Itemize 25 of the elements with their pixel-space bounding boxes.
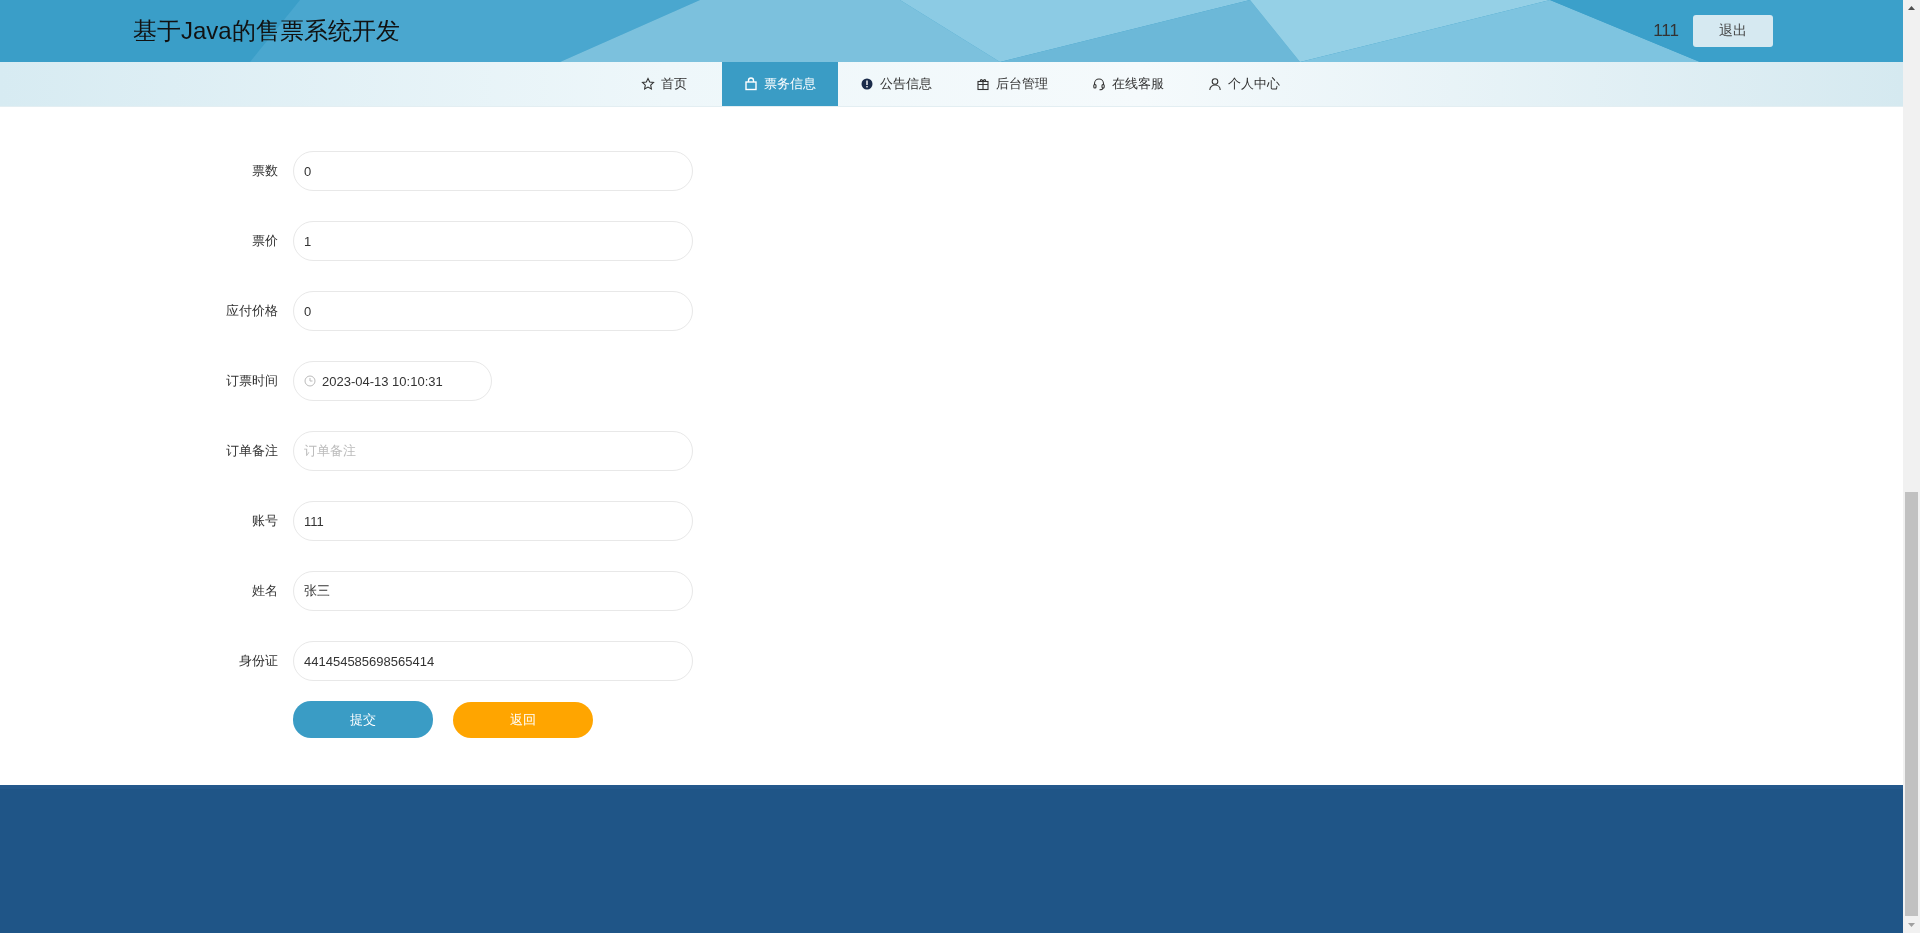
bag-icon (743, 77, 758, 91)
alert-icon (859, 77, 874, 91)
user-icon (1207, 77, 1222, 91)
field-label: 账号 (251, 512, 279, 530)
nav-tab[interactable]: 在线客服 (1069, 62, 1186, 106)
username: 111 (1653, 21, 1679, 41)
site-title: 基于Java的售票系统开发 (133, 16, 401, 46)
gift-icon (975, 77, 990, 91)
field-label: 票数 (251, 162, 279, 180)
field-label: 应付价格 (225, 302, 279, 320)
field-label: 姓名 (251, 582, 279, 600)
clock-icon (304, 375, 316, 387)
nav-tab[interactable]: 公告信息 (837, 62, 954, 106)
nav-tab[interactable]: 个人中心 (1185, 62, 1302, 106)
field-label: 订票时间 (225, 372, 279, 390)
star-icon (640, 77, 655, 91)
headset-icon (1091, 77, 1106, 91)
logout-button[interactable]: 退出 (1693, 15, 1773, 47)
field-label: 身份证 (238, 652, 279, 670)
field-label: 订单备注 (225, 442, 279, 460)
scrollbar-thumb[interactable] (1905, 492, 1918, 916)
field-label: 票价 (251, 232, 279, 250)
nav-tab[interactable]: 后台管理 (953, 62, 1070, 106)
scrollbar[interactable] (1903, 0, 1920, 933)
nav-tab[interactable]: 首页 (605, 62, 722, 106)
